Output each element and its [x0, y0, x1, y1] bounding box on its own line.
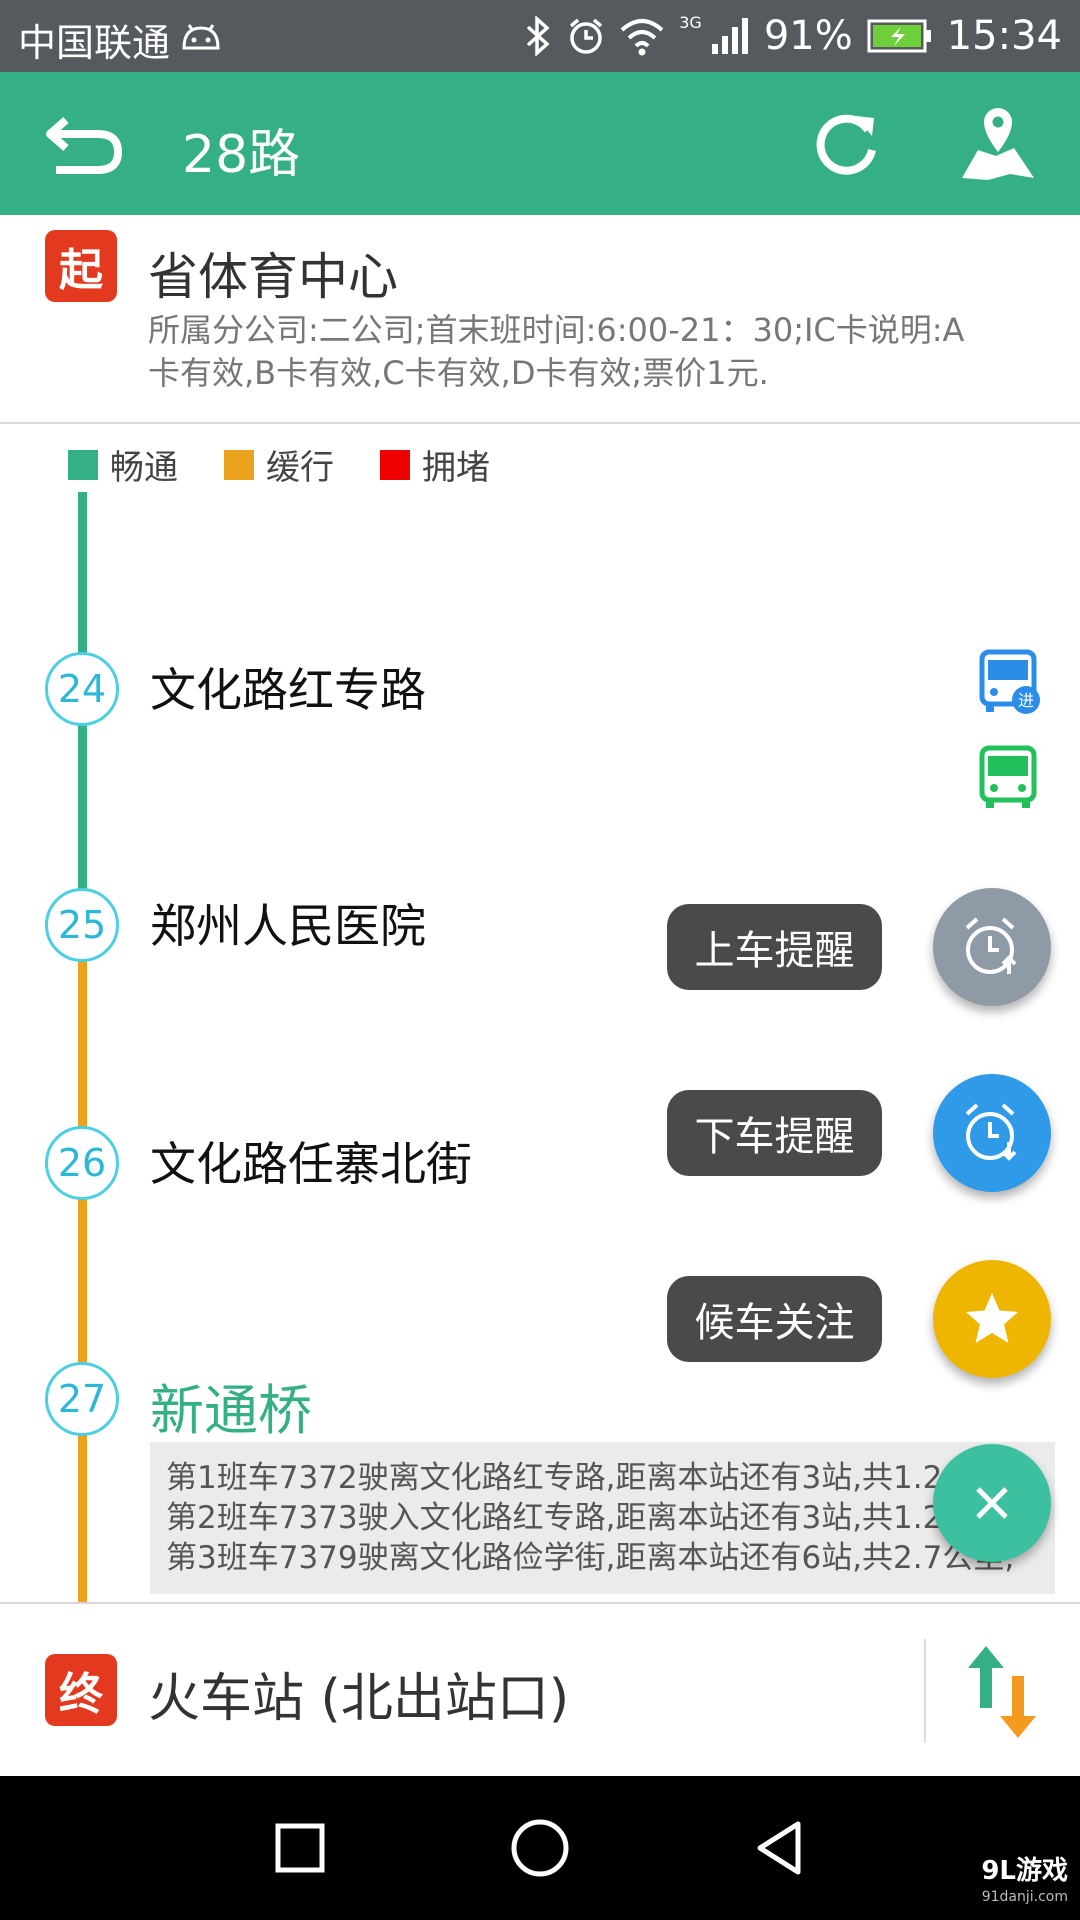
- wait-follow-button[interactable]: [933, 1260, 1051, 1378]
- board-reminder-label[interactable]: 上车提醒: [667, 904, 882, 990]
- bus-icon[interactable]: [978, 744, 1042, 812]
- start-station-panel: 起 省体育中心 所属分公司:二公司;首末班时间:6:00-21：30;IC卡说明…: [0, 215, 1080, 424]
- back-arrow-icon[interactable]: [40, 108, 130, 180]
- stop-name-27[interactable]: 新通桥: [150, 1366, 312, 1445]
- watermark: 9L游戏 91danji.com: [981, 1858, 1068, 1910]
- wait-follow-label[interactable]: 候车关注: [667, 1276, 882, 1362]
- alarm-icon: [567, 16, 605, 56]
- status-bar: 中国联通 3G 91% 15:34: [0, 0, 1080, 72]
- end-station-panel: 终 火车站 (北出站口): [0, 1602, 1080, 1778]
- stop-number-26: 26: [45, 1126, 119, 1200]
- top-toolbar: 28路: [0, 72, 1080, 215]
- start-station-name: 省体育中心: [148, 248, 398, 306]
- start-badge: 起: [45, 230, 117, 302]
- traffic-legend: 畅通 缓行 拥堵: [68, 440, 490, 489]
- bluetooth-icon: [523, 16, 553, 56]
- android-icon: [180, 24, 222, 54]
- alight-reminder-button[interactable]: [933, 1074, 1051, 1192]
- stop-name-26[interactable]: 文化路任寨北街: [150, 1128, 472, 1194]
- signal-icon: [710, 16, 750, 56]
- stop-number-27: 27: [45, 1362, 119, 1436]
- legend-swatch: [380, 449, 410, 480]
- legend-label: 畅通: [110, 448, 178, 488]
- stop-number-24: 24: [45, 652, 119, 726]
- refresh-icon[interactable]: [808, 108, 884, 180]
- page-title: 28路: [182, 125, 301, 185]
- end-badge: 终: [45, 1654, 117, 1726]
- divider: [924, 1639, 926, 1743]
- legend-item-smooth: 畅通: [68, 440, 178, 489]
- battery-charging-icon: [867, 19, 933, 53]
- bus-info-line: 第2班车7373驶入文化路红专路,距离本站还有3站,共1.2公里;: [166, 1500, 1015, 1536]
- home-icon[interactable]: [508, 1816, 572, 1880]
- bus-arriving-label: 进: [1018, 691, 1034, 710]
- watermark-url: 91danji.com: [981, 1889, 1068, 1905]
- battery-percent: 91%: [763, 13, 853, 59]
- recent-apps-icon[interactable]: [268, 1816, 332, 1880]
- alight-reminder-label[interactable]: 下车提醒: [667, 1090, 882, 1176]
- alarm-up-icon: [965, 917, 1017, 974]
- wifi-icon: [619, 16, 665, 56]
- board-reminder-button[interactable]: [933, 888, 1051, 1006]
- legend-item-congested: 拥堵: [380, 440, 490, 489]
- route-segment-slow: [78, 962, 87, 1602]
- system-nav-bar: 9L游戏 91danji.com: [0, 1776, 1080, 1920]
- close-menu-button[interactable]: [933, 1444, 1051, 1562]
- alarm-down-icon: [965, 1103, 1017, 1161]
- end-station-name: 火车站 (北出站口): [148, 1669, 570, 1729]
- legend-item-slow: 缓行: [224, 440, 334, 489]
- bus-info-line: 第3班车7379驶离文化路俭学街,距离本站还有6站,共2.7公里;: [166, 1540, 1015, 1576]
- legend-swatch: [224, 449, 254, 480]
- legend-label: 缓行: [266, 448, 334, 488]
- stop-name-24[interactable]: 文化路红专路: [150, 654, 426, 720]
- map-icon[interactable]: [958, 104, 1038, 184]
- close-icon: [976, 1487, 1008, 1519]
- carrier-name: 中国联通: [18, 21, 171, 65]
- bus-info-line: 第1班车7372驶离文化路红专路,距离本站还有3站,共1.2公里;: [166, 1460, 1015, 1496]
- legend-swatch: [68, 449, 98, 480]
- bus-arrival-info: 第1班车7372驶离文化路红专路,距离本站还有3站,共1.2公里; 第2班车73…: [150, 1442, 1055, 1594]
- clock: 15:34: [946, 13, 1062, 59]
- network-type: 3G: [679, 12, 702, 32]
- swap-direction-icon[interactable]: [962, 1642, 1042, 1742]
- bus-arriving-icon[interactable]: 进: [978, 648, 1042, 716]
- route-description: 所属分公司:二公司;首末班时间:6:00-21：30;IC卡说明:A卡有效,B卡…: [148, 311, 965, 392]
- stop-number-25: 25: [45, 888, 119, 962]
- star-icon: [966, 1293, 1018, 1343]
- back-nav-icon[interactable]: [748, 1816, 812, 1880]
- stop-name-25[interactable]: 郑州人民医院: [150, 890, 426, 956]
- watermark-brand: 9L游戏: [981, 1856, 1068, 1886]
- legend-label: 拥堵: [422, 448, 490, 488]
